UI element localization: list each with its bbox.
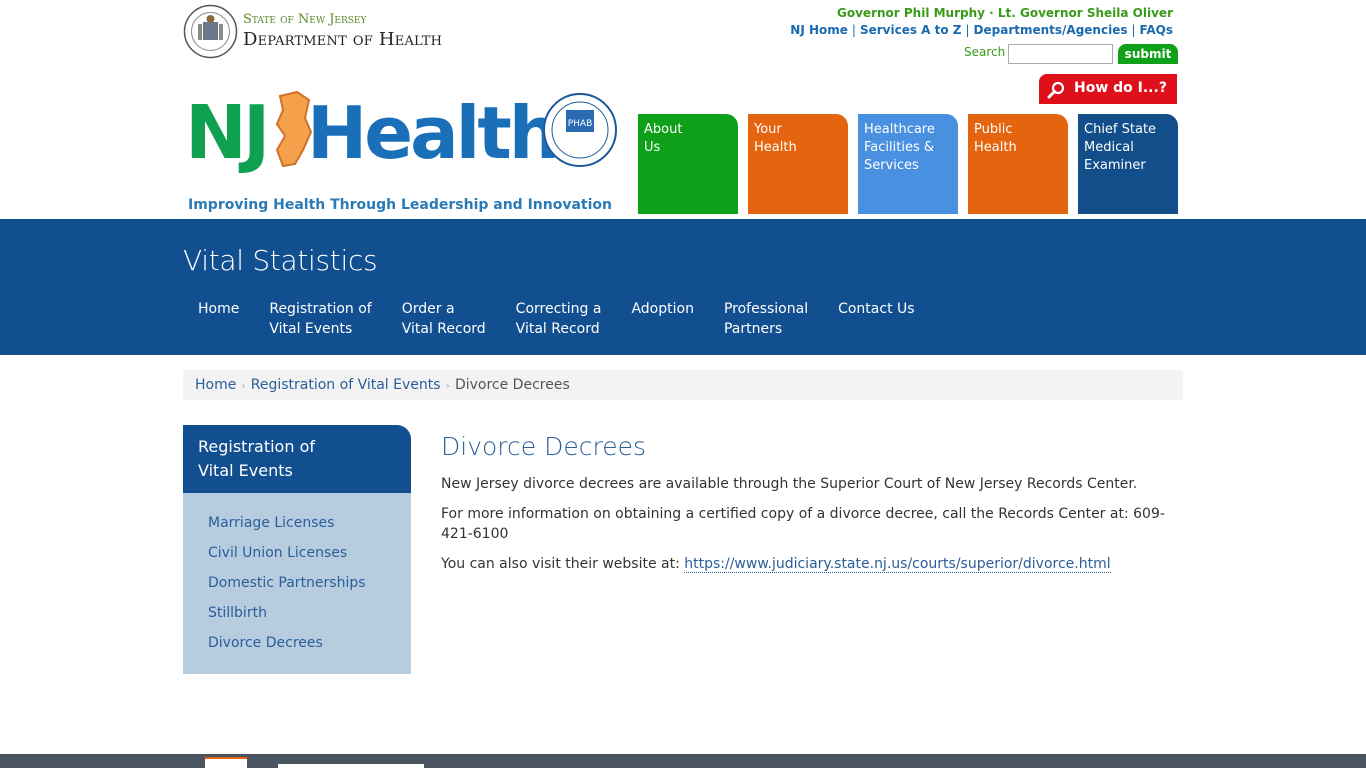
nav-home[interactable]: Home bbox=[183, 299, 254, 339]
logo-health-text: Health bbox=[307, 91, 557, 173]
department-of-health-label[interactable]: Department of Health bbox=[243, 29, 442, 50]
top-link-nj-home[interactable]: NJ Home bbox=[790, 23, 848, 37]
sidebar-item-marriage[interactable]: Marriage Licenses bbox=[183, 511, 411, 541]
tile-healthcare-facilities[interactable]: Healthcare Facilities & Services bbox=[858, 114, 958, 214]
sidebar-item-divorce[interactable]: Divorce Decrees bbox=[183, 631, 411, 661]
footer-badge[interactable] bbox=[278, 764, 424, 768]
nav-professional-partners[interactable]: Professional Partners bbox=[709, 299, 823, 339]
paragraph-availability: New Jersey divorce decrees are available… bbox=[441, 476, 1138, 492]
sidebar-item-civil-union[interactable]: Civil Union Licenses bbox=[183, 541, 411, 571]
website-prefix: You can also visit their website at: bbox=[441, 556, 685, 572]
nj-health-logo[interactable]: NJ Health PHAB bbox=[185, 88, 620, 173]
sidebar-item-stillbirth[interactable]: Stillbirth bbox=[183, 601, 411, 631]
nav-correcting-record[interactable]: Correcting a Vital Record bbox=[501, 299, 617, 339]
sidebar-heading[interactable]: Registration of Vital Events bbox=[183, 425, 411, 493]
top-link-faqs[interactable]: FAQs bbox=[1140, 23, 1173, 37]
breadcrumb-current: Divorce Decrees bbox=[454, 377, 570, 393]
nav-contact-us[interactable]: Contact Us bbox=[823, 299, 929, 339]
top-links: NJ Home | Services A to Z | Departments/Agen… bbox=[790, 23, 1173, 37]
breadcrumb-registration[interactable]: Registration of Vital Events bbox=[251, 377, 441, 393]
logo-nj-text: NJ bbox=[185, 90, 266, 173]
tile-your-health[interactable]: Your Health bbox=[748, 114, 848, 214]
nav-order-record[interactable]: Order a Vital Record bbox=[387, 299, 501, 339]
breadcrumb: Home › Registration of Vital Events › Divorc… bbox=[183, 370, 1183, 400]
how-do-i-label: How do I...? bbox=[1074, 80, 1167, 96]
tagline: Improving Health Through Leadership and … bbox=[188, 197, 612, 213]
top-link-services[interactable]: Services A to Z bbox=[860, 23, 962, 37]
state-of-nj-label[interactable]: State of New Jersey bbox=[243, 12, 366, 27]
page-title: Divorce Decrees bbox=[441, 432, 646, 461]
paragraph-records-center: For more information on obtaining a cert… bbox=[441, 506, 1165, 542]
site-footer bbox=[0, 754, 1366, 768]
footer-logo[interactable] bbox=[205, 757, 247, 768]
how-do-i-button[interactable]: How do I...? bbox=[1039, 74, 1177, 104]
judiciary-divorce-link[interactable]: https://www.judiciary.state.nj.us/courts… bbox=[684, 556, 1111, 573]
nav-registration[interactable]: Registration of Vital Events bbox=[254, 299, 386, 339]
tile-public-health[interactable]: Public Health bbox=[968, 114, 1068, 214]
nj-state-seal-icon[interactable] bbox=[183, 4, 238, 59]
section-band: Vital Statistics Home Registration of Vi… bbox=[0, 219, 1366, 355]
phab-text: PHAB bbox=[568, 119, 593, 129]
nav-adoption[interactable]: Adoption bbox=[616, 299, 709, 339]
governor-line: Governor Phil Murphy · Lt. Governor Shei… bbox=[837, 6, 1173, 20]
search-icon bbox=[1047, 81, 1065, 99]
top-link-departments[interactable]: Departments/Agencies bbox=[974, 23, 1128, 37]
breadcrumb-home[interactable]: Home bbox=[195, 377, 236, 393]
site-header: State of New Jersey Department of Health… bbox=[0, 0, 1366, 219]
paragraph-website: You can also visit their website at: htt… bbox=[441, 554, 1176, 574]
search-input[interactable] bbox=[1008, 44, 1113, 64]
tile-about-us[interactable]: About Us bbox=[638, 114, 738, 214]
sidebar-menu: Marriage Licenses Civil Union Licenses D… bbox=[183, 493, 411, 674]
tile-chief-medical-examiner[interactable]: Chief State Medical Examiner bbox=[1078, 114, 1178, 214]
sidebar-item-domestic[interactable]: Domestic Partnerships bbox=[183, 571, 411, 601]
section-nav: Home Registration of Vital Events Order … bbox=[183, 299, 930, 339]
search-label: Search bbox=[964, 45, 1006, 59]
search-submit-button[interactable]: submit bbox=[1118, 44, 1178, 64]
section-title[interactable]: Vital Statistics bbox=[183, 244, 378, 277]
